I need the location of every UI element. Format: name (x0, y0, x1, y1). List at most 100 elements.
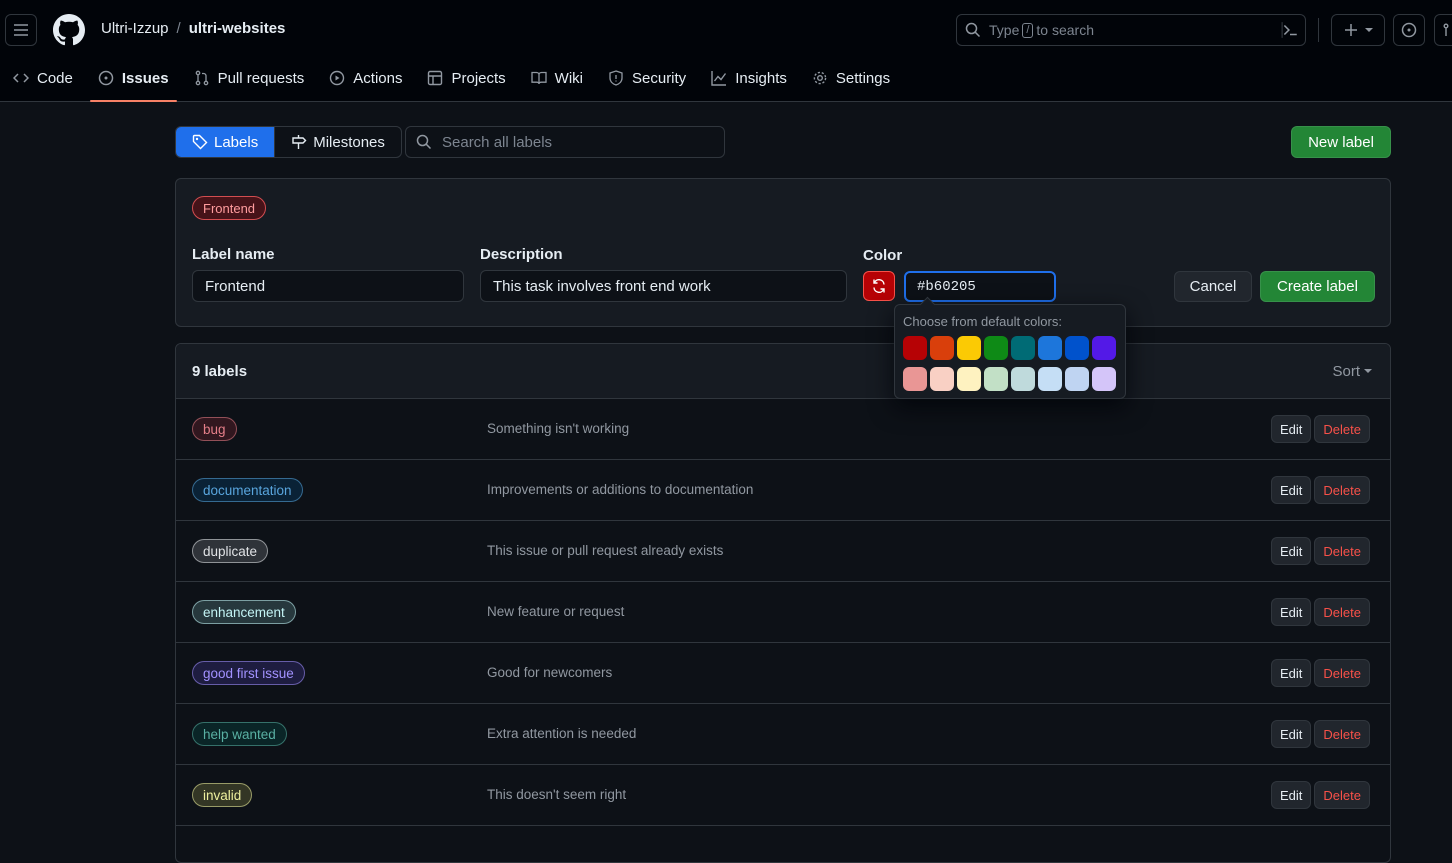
label-row: invalid This doesn't seem right Edit Delete (176, 765, 1390, 826)
color-swatch[interactable] (984, 336, 1008, 360)
edit-button[interactable]: Edit (1271, 476, 1312, 504)
swatch-row-light (903, 367, 1116, 391)
create-new-button[interactable] (1331, 14, 1385, 46)
cancel-button[interactable]: Cancel (1174, 271, 1252, 302)
delete-button[interactable]: Delete (1314, 781, 1370, 809)
top-bar: Ultri-Izzup / ultri-websites Type / to s… (0, 0, 1452, 60)
tab-projects[interactable]: Projects (419, 60, 513, 96)
label-pill[interactable]: bug (192, 417, 237, 441)
github-logo-icon[interactable] (53, 14, 85, 46)
label-search-field[interactable] (405, 126, 725, 158)
labels-tab-label: Labels (214, 133, 259, 151)
milestones-tab[interactable]: Milestones (274, 127, 401, 157)
swatch-row-dark (903, 336, 1116, 360)
edit-button[interactable]: Edit (1271, 659, 1312, 687)
edit-button[interactable]: Edit (1271, 415, 1312, 443)
tab-actions[interactable]: Actions (321, 60, 410, 96)
color-swatch[interactable] (1065, 336, 1089, 360)
labels-tab[interactable]: Labels (176, 127, 275, 157)
color-picker-popover: Choose from default colors: (894, 304, 1126, 399)
tab-security[interactable]: Security (600, 60, 694, 96)
shield-icon (609, 70, 623, 86)
git-pull-request-icon (195, 70, 208, 86)
label-row: help wanted Extra attention is needed Edit… (176, 704, 1390, 765)
label-description: New feature or request (487, 604, 625, 619)
repo-nav: Code Issues Pull requests Actions Projec… (0, 60, 907, 102)
tab-projects-label: Projects (451, 69, 506, 87)
color-swatch[interactable] (1092, 367, 1116, 391)
search-icon (965, 22, 981, 38)
label-row: enhancement New feature or request Edit Del… (176, 582, 1390, 643)
app-header: Ultri-Izzup / ultri-websites Type / to s… (0, 0, 1452, 102)
color-swatch[interactable] (903, 336, 927, 360)
color-swatch[interactable] (1038, 336, 1062, 360)
search-shortcut-key: / (1022, 22, 1034, 38)
label-pill[interactable]: documentation (192, 478, 303, 502)
sort-dropdown[interactable]: Sort (1332, 363, 1374, 380)
color-heading: Color (863, 247, 903, 264)
your-pull-requests-button[interactable] (1434, 14, 1452, 46)
label-pill[interactable]: duplicate (192, 539, 269, 563)
color-swatch[interactable] (1011, 367, 1035, 391)
color-swatch[interactable] (957, 367, 981, 391)
color-swatch[interactable] (1038, 367, 1062, 391)
code-icon (13, 73, 29, 83)
label-name-input[interactable]: Frontend (192, 270, 464, 302)
label-row: good first issue Good for newcomers Edit De… (176, 643, 1390, 704)
your-issues-button[interactable] (1393, 14, 1425, 46)
label-row: duplicate This issue or pull request alre… (176, 521, 1390, 582)
tag-icon (192, 134, 208, 150)
description-input[interactable]: This task involves front end work (480, 270, 847, 302)
label-pill[interactable]: good first issue (192, 661, 305, 685)
label-pill[interactable]: invalid (192, 783, 253, 807)
edit-button[interactable]: Edit (1271, 537, 1312, 565)
randomize-color-button[interactable] (863, 271, 895, 301)
tab-pull-requests[interactable]: Pull requests (186, 60, 313, 96)
color-swatch[interactable] (1065, 367, 1089, 391)
color-swatch[interactable] (1011, 336, 1035, 360)
tab-code[interactable]: Code (5, 60, 81, 96)
tab-wiki-label: Wiki (554, 69, 583, 87)
edit-button[interactable]: Edit (1271, 598, 1312, 626)
delete-button[interactable]: Delete (1314, 659, 1370, 687)
color-swatch[interactable] (984, 367, 1008, 391)
gear-icon (813, 71, 827, 85)
delete-button[interactable]: Delete (1314, 720, 1370, 748)
repo-link[interactable]: ultri-websites (189, 20, 286, 37)
color-swatch[interactable] (930, 367, 954, 391)
label-pill[interactable]: enhancement (192, 600, 296, 624)
create-label-button[interactable]: Create label (1260, 271, 1375, 302)
tab-insights[interactable]: Insights (703, 60, 795, 96)
label-preview: Frontend (192, 196, 267, 220)
labels-list: 9 labels Sort bug Something isn't working… (175, 343, 1391, 863)
delete-button[interactable]: Delete (1314, 598, 1370, 626)
tab-pull-requests-label: Pull requests (217, 69, 305, 87)
tab-code-label: Code (37, 69, 73, 87)
issue-opened-icon (98, 70, 114, 86)
color-swatch[interactable] (1092, 336, 1116, 360)
edit-button[interactable]: Edit (1271, 720, 1312, 748)
table-icon (428, 70, 443, 86)
delete-button[interactable]: Delete (1314, 476, 1370, 504)
color-swatch[interactable] (903, 367, 927, 391)
new-label-button[interactable]: New label (1291, 126, 1391, 158)
label-pill[interactable]: help wanted (192, 722, 287, 746)
color-swatch[interactable] (930, 336, 954, 360)
labels-milestones-switch: Labels Milestones (175, 126, 402, 158)
tab-issues[interactable]: Issues (89, 60, 177, 102)
search-icon (416, 134, 432, 150)
owner-link[interactable]: Ultri-Izzup (101, 20, 169, 37)
color-picker-title: Choose from default colors: (903, 314, 1062, 329)
delete-button[interactable]: Delete (1314, 415, 1370, 443)
tab-wiki[interactable]: Wiki (523, 60, 591, 96)
global-search-input[interactable]: Type / to search (956, 14, 1306, 46)
breadcrumb-separator: / (176, 20, 181, 37)
label-rows: bug Something isn't working Edit Delete docu… (176, 399, 1390, 826)
delete-button[interactable]: Delete (1314, 537, 1370, 565)
command-palette-icon[interactable] (1281, 21, 1299, 39)
label-search-input[interactable] (442, 133, 702, 151)
menu-button[interactable] (5, 14, 37, 46)
tab-settings[interactable]: Settings (804, 60, 898, 96)
edit-button[interactable]: Edit (1271, 781, 1312, 809)
color-swatch[interactable] (957, 336, 981, 360)
